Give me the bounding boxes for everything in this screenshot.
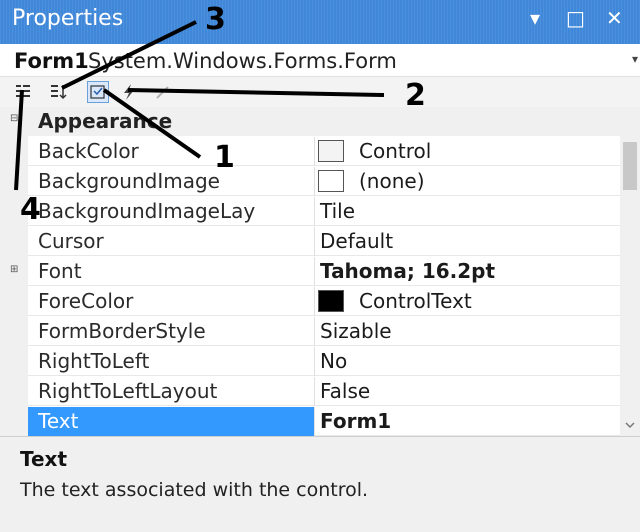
annotation-arrows [14, 20, 385, 191]
arrow-1 [102, 88, 202, 159]
annotation-label-4: 4 [20, 192, 41, 227]
arrow-3 [61, 20, 197, 90]
annotation-label-1: 1 [214, 140, 235, 175]
annotation-label-3: 3 [205, 2, 226, 37]
annotation-label-2: 2 [405, 78, 426, 113]
arrow-2 [127, 88, 385, 97]
arrow-4 [14, 89, 24, 191]
